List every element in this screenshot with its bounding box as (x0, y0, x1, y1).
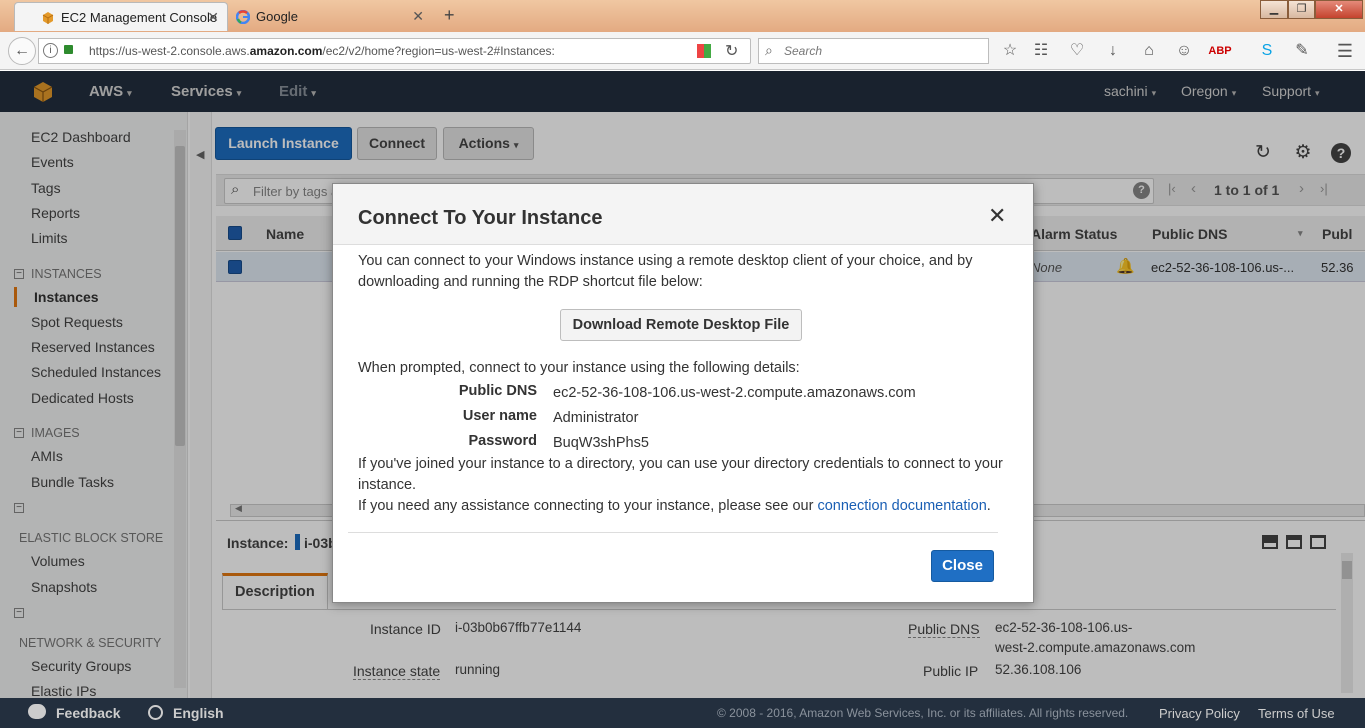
close-icon[interactable]: ✕ (988, 205, 1006, 227)
assist-text: If you need any assistance connecting to… (358, 498, 991, 514)
maximize-button[interactable]: ❐ (1288, 0, 1315, 19)
intro-text-1: You can connect to your Windows instance… (358, 253, 973, 269)
reading-list-icon[interactable]: ☷ (1029, 39, 1053, 63)
connect-instance-dialog: Connect To Your Instance ✕ You can conne… (332, 183, 1034, 603)
reload-icon[interactable]: ↻ (725, 41, 738, 61)
password-label: Password (468, 433, 538, 449)
close-tab-icon[interactable]: ✕ (412, 8, 424, 25)
dialog-header: Connect To Your Instance ✕ (333, 184, 1033, 245)
download-rdp-button[interactable]: Download Remote Desktop File (560, 309, 802, 341)
notes-icon[interactable]: ✎ (1290, 39, 1314, 63)
url-text[interactable]: https://us-west-2.console.aws.amazon.com… (89, 44, 555, 58)
tab-ec2-console[interactable]: EC2 Management Console ✕ (14, 2, 228, 31)
dialog-title: Connect To Your Instance (358, 207, 603, 229)
new-tab-button[interactable]: + (444, 5, 455, 26)
window-close-button[interactable]: ✕ (1315, 0, 1363, 19)
home-icon[interactable]: ⌂ (1137, 39, 1161, 63)
browser-nav-bar: ← i https://us-west-2.console.aws.amazon… (0, 32, 1365, 70)
copyright-text: © 2008 - 2016, Amazon Web Services, Inc.… (717, 706, 1129, 720)
back-arrow-icon[interactable]: ← (8, 37, 36, 65)
tab-google[interactable]: Google ✕ (210, 2, 432, 31)
privacy-policy-link[interactable]: Privacy Policy (1159, 706, 1240, 721)
pocket-icon[interactable]: ♡ (1065, 39, 1089, 63)
directory-text-1: If you've joined your instance to a dire… (358, 456, 1003, 472)
extension-icon[interactable] (697, 44, 711, 58)
skype-icon[interactable]: S (1255, 39, 1279, 63)
prompt-text: When prompted, connect to your instance … (358, 360, 800, 376)
username-value[interactable]: Administrator (553, 410, 638, 426)
search-placeholder: Search (784, 44, 823, 58)
lock-icon (64, 45, 73, 54)
info-icon[interactable]: i (43, 43, 58, 58)
directory-text-2: instance. (358, 477, 417, 493)
adblock-icon[interactable]: ABP (1208, 39, 1232, 63)
public-dns-label: Public DNS (458, 383, 537, 399)
browser-tab-bar: EC2 Management Console ✕ Google ✕ + ▁ ❐ … (0, 0, 1365, 32)
tab-title: EC2 Management Console (61, 10, 218, 25)
language-selector[interactable]: English (173, 705, 224, 721)
connection-documentation-link[interactable]: connection documentation (817, 498, 986, 514)
search-field[interactable]: ⌕ Search (758, 38, 989, 64)
close-button[interactable]: Close (931, 550, 994, 582)
dialog-divider (348, 532, 998, 533)
google-favicon-icon (236, 10, 250, 24)
globe-icon (148, 705, 163, 720)
feedback-link[interactable]: Feedback (56, 705, 121, 721)
minimize-button[interactable]: ▁ (1260, 0, 1288, 19)
chat-icon[interactable]: ☺ (1172, 39, 1196, 63)
feedback-bubble-icon (28, 704, 46, 719)
aws-favicon-icon (42, 12, 54, 24)
download-icon[interactable]: ↓ (1101, 39, 1125, 63)
menu-icon[interactable]: ☰ (1333, 39, 1357, 63)
username-label: User name (462, 408, 537, 424)
search-icon: ⌕ (765, 42, 773, 58)
terms-of-use-link[interactable]: Terms of Use (1258, 706, 1335, 721)
aws-footer: Feedback English © 2008 - 2016, Amazon W… (0, 698, 1365, 728)
intro-text-2: downloading and running the RDP shortcut… (358, 274, 703, 290)
bookmark-star-icon[interactable]: ☆ (998, 39, 1022, 63)
password-value[interactable]: BuqW3shPhs5 (553, 435, 649, 451)
public-dns-value[interactable]: ec2-52-36-108-106.us-west-2.compute.amaz… (553, 385, 916, 401)
tab-title: Google (256, 9, 298, 24)
address-bar[interactable]: i https://us-west-2.console.aws.amazon.c… (38, 38, 751, 64)
